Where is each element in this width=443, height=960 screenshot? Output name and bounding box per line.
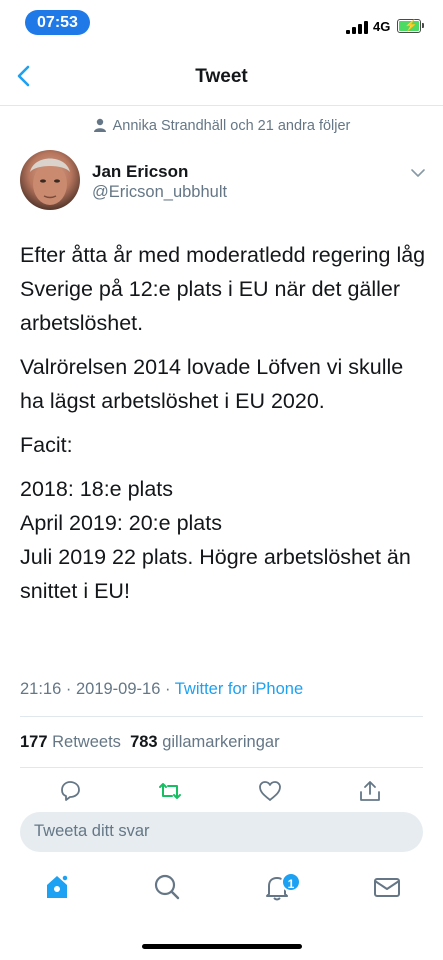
social-context-text: Annika Strandhäll och 21 andra följer [112,118,351,134]
home-icon[interactable] [42,872,72,902]
tweet-paragraph: Efter åtta år med moderatledd regering l… [20,243,426,335]
social-context[interactable]: Annika Strandhäll och 21 andra följer [0,118,443,134]
tweet-actions [0,780,443,806]
reply-bar: Tweeta ditt svar [0,806,443,858]
status-time[interactable]: 07:53 [25,10,90,35]
likes-label[interactable]: gillamarkeringar [162,733,279,751]
meta-separator: · [61,680,76,698]
tweet-meta: 21:16 · 2019-09-16 · Twitter for iPhone [20,680,303,699]
search-icon[interactable] [152,872,182,902]
reply-icon[interactable] [58,780,82,802]
retweets-label[interactable]: Retweets [52,733,121,751]
tweet-text: Efter åtta år med moderatledd regering l… [20,238,430,618]
avatar[interactable] [20,150,80,210]
tweet-date: 2019-09-16 [75,680,161,698]
like-icon[interactable] [258,780,282,802]
person-icon [93,118,106,132]
home-indicator[interactable] [142,944,302,949]
tweet-paragraph: 2018: 18:e plats April 2019: 20:e plats … [20,477,411,603]
retweet-icon[interactable] [158,780,182,802]
likes-count[interactable]: 783 [130,733,158,751]
reply-input[interactable]: Tweeta ditt svar [20,812,423,852]
author-handle[interactable]: @Ericson_ubbhult [92,183,227,202]
page-title: Tweet [195,66,248,87]
tweet-paragraph: Valrörelsen 2014 lovade Löfven vi skulle… [20,355,404,413]
battery-icon: ⚡ [397,19,424,33]
tweet-paragraph: Facit: [20,433,73,457]
retweets-count[interactable]: 177 [20,733,48,751]
nav-header: Tweet [0,44,443,106]
meta-separator: · [160,680,175,698]
divider [20,716,423,717]
network-label: 4G [373,19,391,34]
reply-placeholder: Tweeta ditt svar [34,822,150,840]
tweet-source-link[interactable]: Twitter for iPhone [175,680,303,698]
status-bar: 07:53 4G ⚡ [0,0,443,44]
avatar-face-icon [30,158,70,205]
signal-icon [346,21,369,34]
divider [20,767,423,768]
author-name[interactable]: Jan Ericson [92,162,188,182]
notifications-badge: 1 [281,872,301,892]
caret-down-icon[interactable] [410,168,426,178]
share-icon[interactable] [358,780,382,802]
messages-icon[interactable] [372,872,402,902]
tweet-time: 21:16 [20,680,62,698]
tweet-stats: 177 Retweets 783 gillamarkeringar [20,733,280,752]
